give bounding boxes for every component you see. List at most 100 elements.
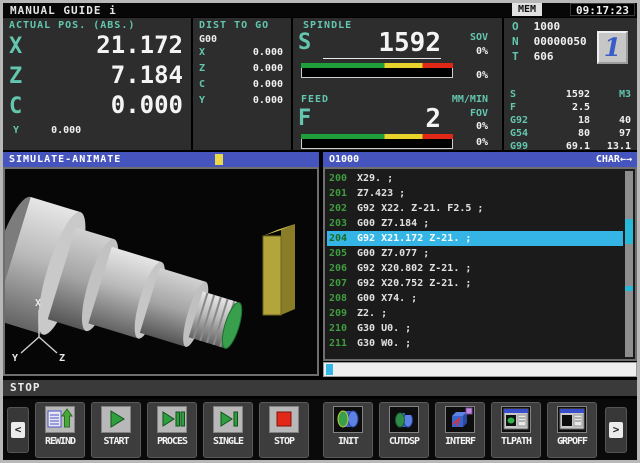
program-line[interactable]: 208G00 X74. ; (327, 291, 623, 306)
program-line[interactable]: 209Z2. ; (327, 306, 623, 321)
cylinder-3d-icon (333, 406, 363, 433)
actual-position-panel: ACTUAL POS. (ABS.) X 21.172 Z 7.184 C 0.… (3, 18, 191, 150)
actual-position-header: ACTUAL POS. (ABS.) (3, 18, 191, 31)
rewind-icon (45, 406, 75, 433)
dist-row-z: Z 0.000 (193, 61, 291, 77)
char-nav-indicator[interactable]: CHAR←→ (596, 152, 632, 167)
axis-value: 21.172 (39, 31, 183, 59)
softkey-label: TLPATH (501, 436, 531, 447)
program-line[interactable]: 207G92 X20.752 Z-21. ; (327, 276, 623, 291)
stop-square-icon (269, 406, 299, 433)
tool-number: 606 (534, 50, 554, 63)
softkey-tlpath-button[interactable]: TLPATH (491, 402, 541, 458)
program-line[interactable]: 201Z7.423 ; (327, 186, 623, 201)
program-line[interactable]: 202G92 X22. Z-21. F2.5 ; (327, 201, 623, 216)
status-panel: O 1000 N 00000050 T 606 1 S 1592 M3 F 2.… (504, 18, 637, 150)
modal-extra: 40 (590, 114, 631, 127)
input-cursor (326, 364, 333, 375)
key-input-line[interactable] (323, 362, 637, 377)
axis-label: Z (199, 61, 205, 77)
dist-row-y: Y 0.000 (193, 93, 291, 109)
modal-row-g92: G92 18 40 (504, 114, 637, 127)
axis-label: X (199, 45, 205, 61)
modal-extra (590, 101, 631, 114)
program-line[interactable]: 203G00 Z7.184 ; (327, 216, 623, 231)
title-bar: MANUAL GUIDE i MEM 09:17:23 (3, 3, 637, 17)
softkey-label: INTERF (445, 436, 475, 447)
softkey-page-right-button[interactable]: > (605, 407, 627, 453)
machine-status-bar: STOP (3, 380, 637, 396)
axis-value: 0.000 (39, 91, 183, 119)
axis-row-c: C 0.000 (3, 91, 191, 121)
softkey-rewind-button[interactable]: REWIND (35, 402, 85, 458)
axis-label: Z (9, 64, 39, 89)
program-title: O1000 (329, 154, 359, 165)
program-line[interactable]: 206G92 X20.802 Z-21. ; (327, 261, 623, 276)
softkey-proces-button[interactable]: PROCES (147, 402, 197, 458)
program-label: O (512, 20, 527, 33)
axis-label: Y (199, 93, 205, 109)
modal-value: 18 (542, 114, 590, 127)
spindle-feed-panel: SPINDLE S 1592 SOV 0% 0% FEED MM/MIN F 2… (293, 18, 502, 150)
chevron-right-icon: > (609, 422, 623, 438)
axis-row-z: Z 7.184 (3, 61, 191, 91)
softkey-page-left-button[interactable]: < (7, 407, 29, 453)
axis-row-y: Y 0.000 (3, 121, 191, 136)
softkey-label: SINGLE (213, 436, 243, 447)
program-listing: 200X29. ; 201Z7.423 ; 202G92 X22. Z-21. … (323, 167, 637, 361)
simulation-viewport[interactable]: X Y Z (3, 167, 319, 376)
program-line-active[interactable]: 204G92 X21.172 Z-21. ; (327, 231, 623, 246)
softkey-label: GRPOFF (557, 436, 587, 447)
axis-x-label: X (35, 298, 41, 309)
axis-label: C (9, 94, 39, 119)
feed-label: F (298, 106, 311, 131)
modal-label: G54 (510, 127, 542, 140)
softkey-label: PROCES (157, 436, 187, 447)
softkey-init-button[interactable]: INIT (323, 402, 373, 458)
feed-rate-value: 2 (323, 104, 441, 134)
axis-label: Y (13, 125, 19, 136)
sov-label: SOV (430, 32, 488, 43)
softkey-label: STOP (274, 436, 294, 447)
softkey-label: START (103, 436, 128, 447)
softkey-interf-button[interactable]: INTERF (435, 402, 485, 458)
modal-extra: M3 (590, 88, 631, 101)
modal-row-f: F 2.5 (504, 101, 637, 114)
workpiece (5, 192, 257, 374)
program-line[interactable]: 210G30 U0. ; (327, 321, 623, 336)
softkey-single-button[interactable]: SINGLE (203, 402, 253, 458)
spindle-load-value: 0% (430, 70, 488, 81)
sequence-label: N (512, 35, 527, 48)
softkey-stop-button[interactable]: STOP (259, 402, 309, 458)
modal-label: G92 (510, 114, 542, 127)
page-number-badge: 1 (597, 31, 628, 64)
modal-label: F (510, 101, 542, 114)
softkey-cutdsp-button[interactable]: CUTDSP (379, 402, 429, 458)
axis-value: 0.000 (253, 77, 283, 93)
start-icon (101, 406, 131, 433)
modal-row-s: S 1592 M3 (504, 88, 637, 101)
program-number: 1000 (534, 20, 561, 33)
axis-value: 7.184 (39, 61, 183, 89)
simulate-title-bar: SIMULATE-ANIMATE (3, 152, 319, 167)
chevron-left-icon: < (11, 422, 25, 438)
program-line[interactable]: 205G00 Z7.077 ; (327, 246, 623, 261)
program-line[interactable]: 211G30 W0. ; (327, 336, 623, 351)
scrollbar-thumb[interactable] (625, 219, 633, 243)
dist-row-c: C 0.000 (193, 77, 291, 93)
play-pause-icon (157, 406, 187, 433)
simulate-title: SIMULATE-ANIMATE (9, 154, 121, 165)
interference-cube-icon (445, 406, 475, 433)
feed-load-value: 0% (430, 137, 488, 148)
program-scrollbar[interactable] (625, 171, 633, 357)
modal-value: 80 (542, 127, 590, 140)
sov-value: 0% (430, 46, 488, 57)
program-title-bar: O1000 CHAR←→ (323, 152, 637, 167)
program-line[interactable]: 200X29. ; (327, 171, 623, 186)
scrollbar-position-marker (625, 286, 633, 291)
axis-value: 0.000 (253, 93, 283, 109)
modal-value: 1592 (542, 88, 590, 101)
softkey-grpoff-button[interactable]: GRPOFF (547, 402, 597, 458)
dist-row-x: X 0.000 (193, 45, 291, 61)
softkey-start-button[interactable]: START (91, 402, 141, 458)
